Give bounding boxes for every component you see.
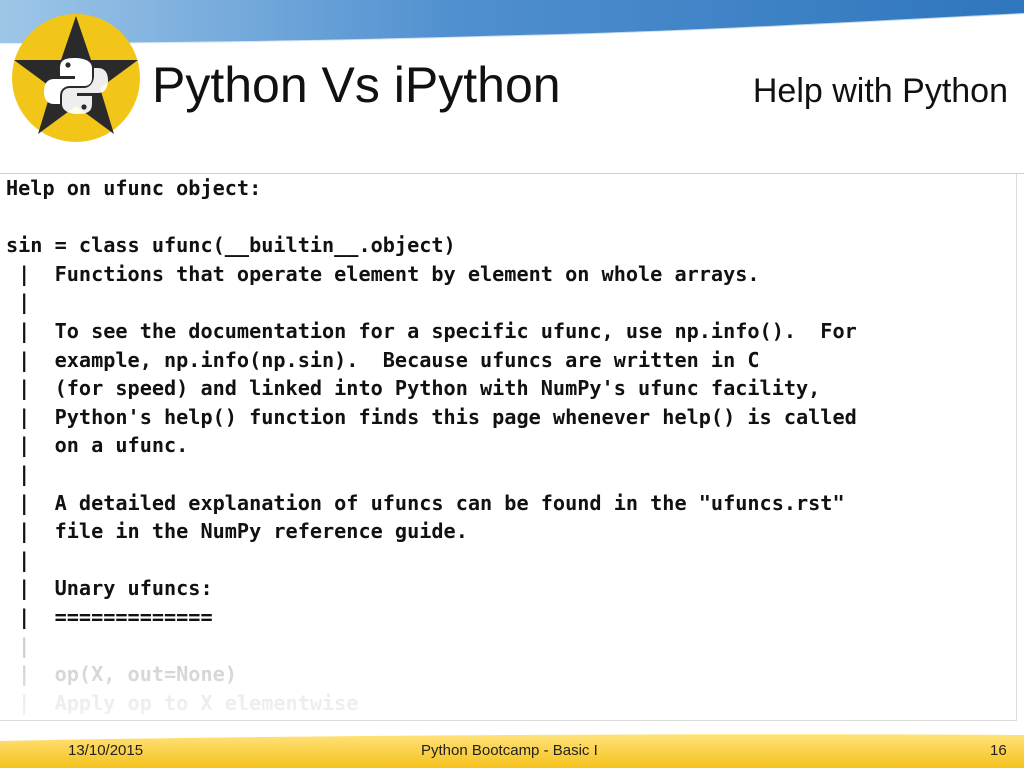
- code-line: | =============: [6, 605, 213, 629]
- code-line: | (for speed) and linked into Python wit…: [6, 376, 821, 401]
- page-number: 16: [990, 742, 1007, 759]
- slide-title: Python Vs iPython: [152, 57, 561, 113]
- code-line: | Functions that operate element by elem…: [6, 261, 760, 286]
- slide-subtitle: Help with Python: [752, 72, 1008, 110]
- code-line: |: [6, 633, 31, 658]
- code-line: | A detailed explanation of ufuncs can b…: [6, 490, 845, 515]
- footer-title: Python Bootcamp - Basic I: [421, 742, 598, 759]
- footer-date: 13/10/2015: [68, 742, 144, 759]
- code-line: |: [6, 290, 31, 315]
- code-line: | To see the documentation for a specifi…: [6, 319, 857, 343]
- code-line: |: [6, 547, 31, 572]
- code-line: | example, np.info(np.sin). Because ufun…: [6, 347, 760, 372]
- help-output-panel: Help on ufunc object: sin = class ufunc(…: [0, 174, 1017, 721]
- code-line: | on a ufunc.: [6, 433, 189, 458]
- python-star-logo: [12, 14, 140, 142]
- code-line: Help on ufunc object:: [6, 176, 262, 200]
- code-line: | Apply op to X elementwise: [6, 690, 359, 715]
- header-band: [0, 0, 1024, 45]
- code-line: | Python's help() function finds this pa…: [6, 404, 857, 429]
- code-line: | op(X, out=None): [6, 662, 237, 687]
- code-line: sin = class ufunc(__builtin__.object): [6, 233, 456, 258]
- code-line: | file in the NumPy reference guide.: [6, 519, 468, 544]
- code-line: | Unary ufuncs:: [6, 576, 213, 601]
- code-line: |: [6, 462, 31, 486]
